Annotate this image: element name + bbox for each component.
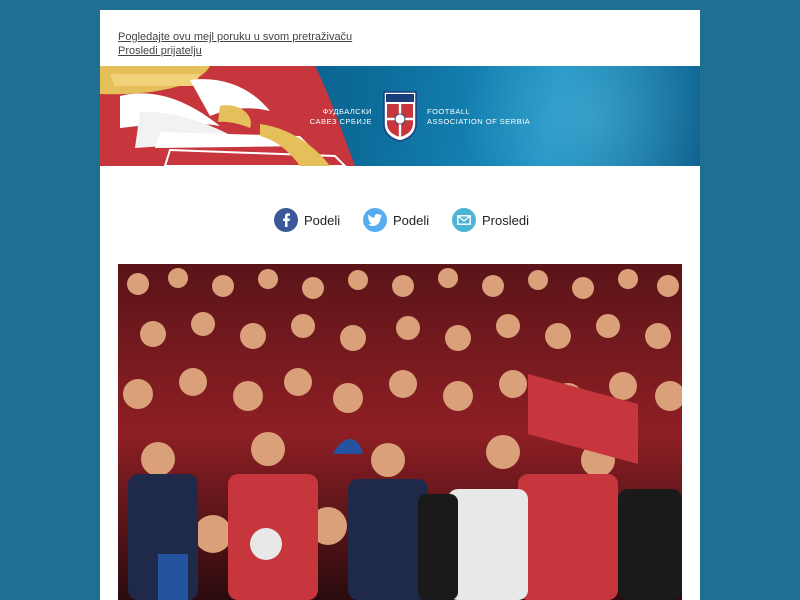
fans-crowd-photo bbox=[118, 264, 682, 600]
preheader: Pogledajte ovu mejl poruku u svom pretra… bbox=[100, 10, 700, 66]
forward-to-friend-link[interactable]: Prosledi prijatelju bbox=[118, 44, 682, 58]
envelope-icon bbox=[452, 208, 476, 232]
email-container: Pogledajte ovu mejl poruku u svom pretra… bbox=[100, 10, 700, 600]
twitter-share-button[interactable]: Podeli bbox=[363, 207, 429, 233]
fss-name-cyrillic: ФУДБАЛСКИ САВЕЗ СРБИЈЕ bbox=[309, 107, 372, 126]
forward-email-button[interactable]: Prosledi bbox=[452, 207, 529, 233]
facebook-share-label: Podeli bbox=[304, 212, 341, 228]
header-banner: ФУДБАЛСКИ САВЕЗ СРБИЈЕ FOOTBALL ASSOCIAT… bbox=[100, 66, 700, 166]
forward-email-label: Prosledi bbox=[482, 212, 529, 228]
twitter-share-label: Podeli bbox=[393, 212, 430, 228]
share-bar: Podeli Podeli Prosledi bbox=[100, 207, 700, 233]
twitter-icon bbox=[363, 208, 387, 232]
fss-name-latin: FOOTBALL ASSOCIATION OF SERBIA bbox=[427, 107, 531, 126]
view-in-browser-link[interactable]: Pogledajte ovu mejl poruku u svom pretra… bbox=[118, 30, 682, 44]
fss-crest-logo bbox=[383, 91, 417, 142]
facebook-icon bbox=[274, 208, 298, 232]
facebook-share-button[interactable]: Podeli bbox=[274, 207, 340, 233]
